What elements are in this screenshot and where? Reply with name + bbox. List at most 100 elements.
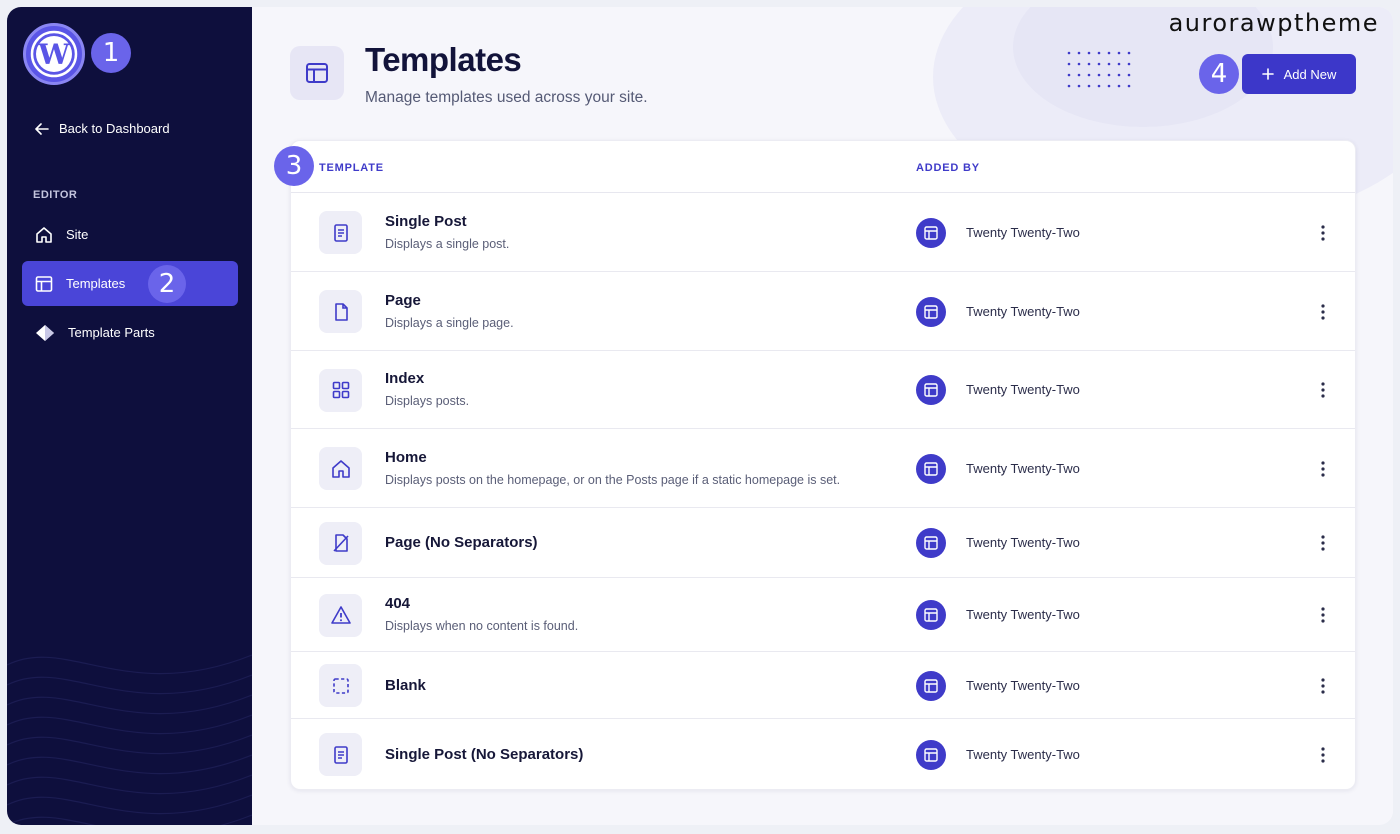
more-options-icon: [1321, 677, 1325, 694]
row-actions-button[interactable]: [1313, 605, 1333, 625]
add-new-button[interactable]: Add New: [1242, 54, 1356, 94]
template-icon: [319, 211, 362, 254]
page-title: Templates: [365, 41, 522, 78]
diamond-icon: [36, 324, 54, 341]
layout-icon: [924, 536, 938, 550]
back-to-dashboard-label: Back to Dashboard: [59, 121, 170, 136]
sidebar: W 1 Back to Dashboard EDITOR Site Templa…: [7, 7, 252, 825]
theme-avatar: [916, 453, 946, 484]
added-by-text: Twenty Twenty-Two: [966, 746, 1080, 762]
table-row[interactable]: Single Post (No Separators) Twenty Twenty…: [291, 719, 1355, 790]
step-marker-1: 1: [91, 33, 131, 73]
layout-icon: [924, 225, 938, 240]
layout-icon: [35, 275, 53, 292]
template-description: Displays a single post.: [385, 236, 510, 251]
dot-pattern-decoration: [1067, 51, 1131, 88]
row-actions-button[interactable]: [1313, 745, 1333, 765]
editor-section-label: EDITOR: [33, 189, 78, 201]
row-actions-button[interactable]: [1313, 676, 1333, 696]
added-by-text: Twenty Twenty-Two: [966, 303, 1080, 319]
theme-avatar: [916, 739, 946, 770]
back-to-dashboard-link[interactable]: Back to Dashboard: [35, 121, 170, 136]
watermark-text: aurorawptheme: [1168, 9, 1379, 37]
added-by-text: Twenty Twenty-Two: [966, 224, 1080, 240]
sidebar-item-template-parts[interactable]: Template Parts: [22, 310, 238, 355]
more-options-icon: [1321, 535, 1325, 551]
theme-avatar: [916, 528, 946, 558]
template-name[interactable]: 404: [385, 595, 410, 612]
warning-icon: [330, 606, 351, 624]
table-row[interactable]: Page (No Separators) Twenty Twenty-Two: [291, 508, 1355, 578]
row-actions-button[interactable]: [1313, 459, 1333, 479]
step-marker-4: 4: [1199, 54, 1239, 94]
sidebar-item-templates[interactable]: Templates: [22, 261, 238, 306]
templates-table: TEMPLATE ADDED BY Single Post Displays a …: [290, 140, 1356, 790]
add-new-label: Add New: [1283, 66, 1337, 82]
table-row[interactable]: Index Displays posts. Twenty Twenty-Two: [291, 351, 1355, 429]
template-icon: [319, 368, 362, 412]
post-icon: [333, 745, 348, 764]
wave-decoration: [7, 654, 252, 825]
layout-icon: [924, 747, 938, 762]
more-options-icon: [1321, 382, 1325, 398]
step-marker-2: 2: [148, 265, 186, 303]
template-name[interactable]: Single Post: [385, 213, 467, 230]
main-content: aurorawptheme Templates Manage templates…: [252, 7, 1393, 825]
row-actions-button[interactable]: [1313, 302, 1333, 322]
column-header-template: TEMPLATE: [319, 162, 384, 174]
more-options-icon: [1321, 303, 1325, 320]
dashed-square-icon: [332, 677, 349, 694]
template-name[interactable]: Page (No Separators): [385, 534, 538, 551]
table-row[interactable]: 404 Displays when no content is found. Twe…: [291, 578, 1355, 652]
app-window: W 1 Back to Dashboard EDITOR Site Templa…: [7, 7, 1393, 825]
layout-icon: [924, 461, 938, 476]
template-icon: [319, 593, 362, 637]
page-no-separators-icon: [332, 534, 349, 552]
layout-icon: [924, 608, 938, 622]
theme-avatar: [916, 670, 946, 701]
template-name[interactable]: Index: [385, 370, 424, 387]
table-row[interactable]: Single Post Displays a single post. Twenty…: [291, 193, 1355, 272]
added-by-text: Twenty Twenty-Two: [966, 382, 1080, 397]
added-by-text: Twenty Twenty-Two: [966, 677, 1080, 693]
page-header-icon: [290, 46, 344, 100]
wordpress-logo-button[interactable]: W: [23, 23, 85, 85]
template-description: Displays when no content is found.: [385, 619, 579, 633]
more-options-icon: [1321, 460, 1325, 477]
svg-text:W: W: [37, 38, 70, 71]
more-options-icon: [1321, 224, 1325, 241]
sidebar-item-site[interactable]: Site: [22, 212, 238, 257]
layout-icon: [924, 678, 938, 693]
template-name[interactable]: Single Post (No Separators): [385, 746, 583, 763]
template-icon: [319, 290, 362, 333]
template-icon: [319, 733, 362, 776]
template-description: Displays a single page.: [385, 315, 514, 330]
home-icon: [36, 226, 52, 243]
more-options-icon: [1321, 746, 1325, 763]
added-by-text: Twenty Twenty-Two: [966, 460, 1080, 476]
template-name[interactable]: Home: [385, 449, 427, 466]
sidebar-item-label: Template Parts: [68, 325, 155, 340]
layout-icon: [306, 63, 328, 83]
page-subtitle: Manage templates used across your site.: [365, 89, 648, 106]
theme-avatar: [916, 217, 946, 248]
row-actions-button[interactable]: [1313, 380, 1333, 400]
layout-icon: [924, 383, 938, 397]
template-icon: [319, 521, 362, 565]
row-actions-button[interactable]: [1313, 223, 1333, 243]
added-by-text: Twenty Twenty-Two: [966, 607, 1080, 622]
post-icon: [333, 223, 348, 242]
step-marker-3: 3: [274, 146, 314, 186]
sidebar-item-label: Templates: [66, 276, 126, 291]
arrow-left-icon: [35, 122, 49, 135]
template-description: Displays posts.: [385, 394, 470, 408]
table-row[interactable]: Page Displays a single page. Twenty Twenty…: [291, 272, 1355, 351]
row-actions-button[interactable]: [1313, 533, 1333, 553]
table-row[interactable]: Home Displays posts on the homepage, or o…: [291, 429, 1355, 508]
plus-icon: [1261, 68, 1274, 80]
layout-icon: [924, 304, 938, 319]
template-name[interactable]: Blank: [385, 677, 426, 694]
table-row[interactable]: Blank Twenty Twenty-Two: [291, 652, 1355, 719]
template-description: Displays posts on the homepage, or on th…: [385, 472, 841, 487]
template-name[interactable]: Page: [385, 292, 421, 309]
